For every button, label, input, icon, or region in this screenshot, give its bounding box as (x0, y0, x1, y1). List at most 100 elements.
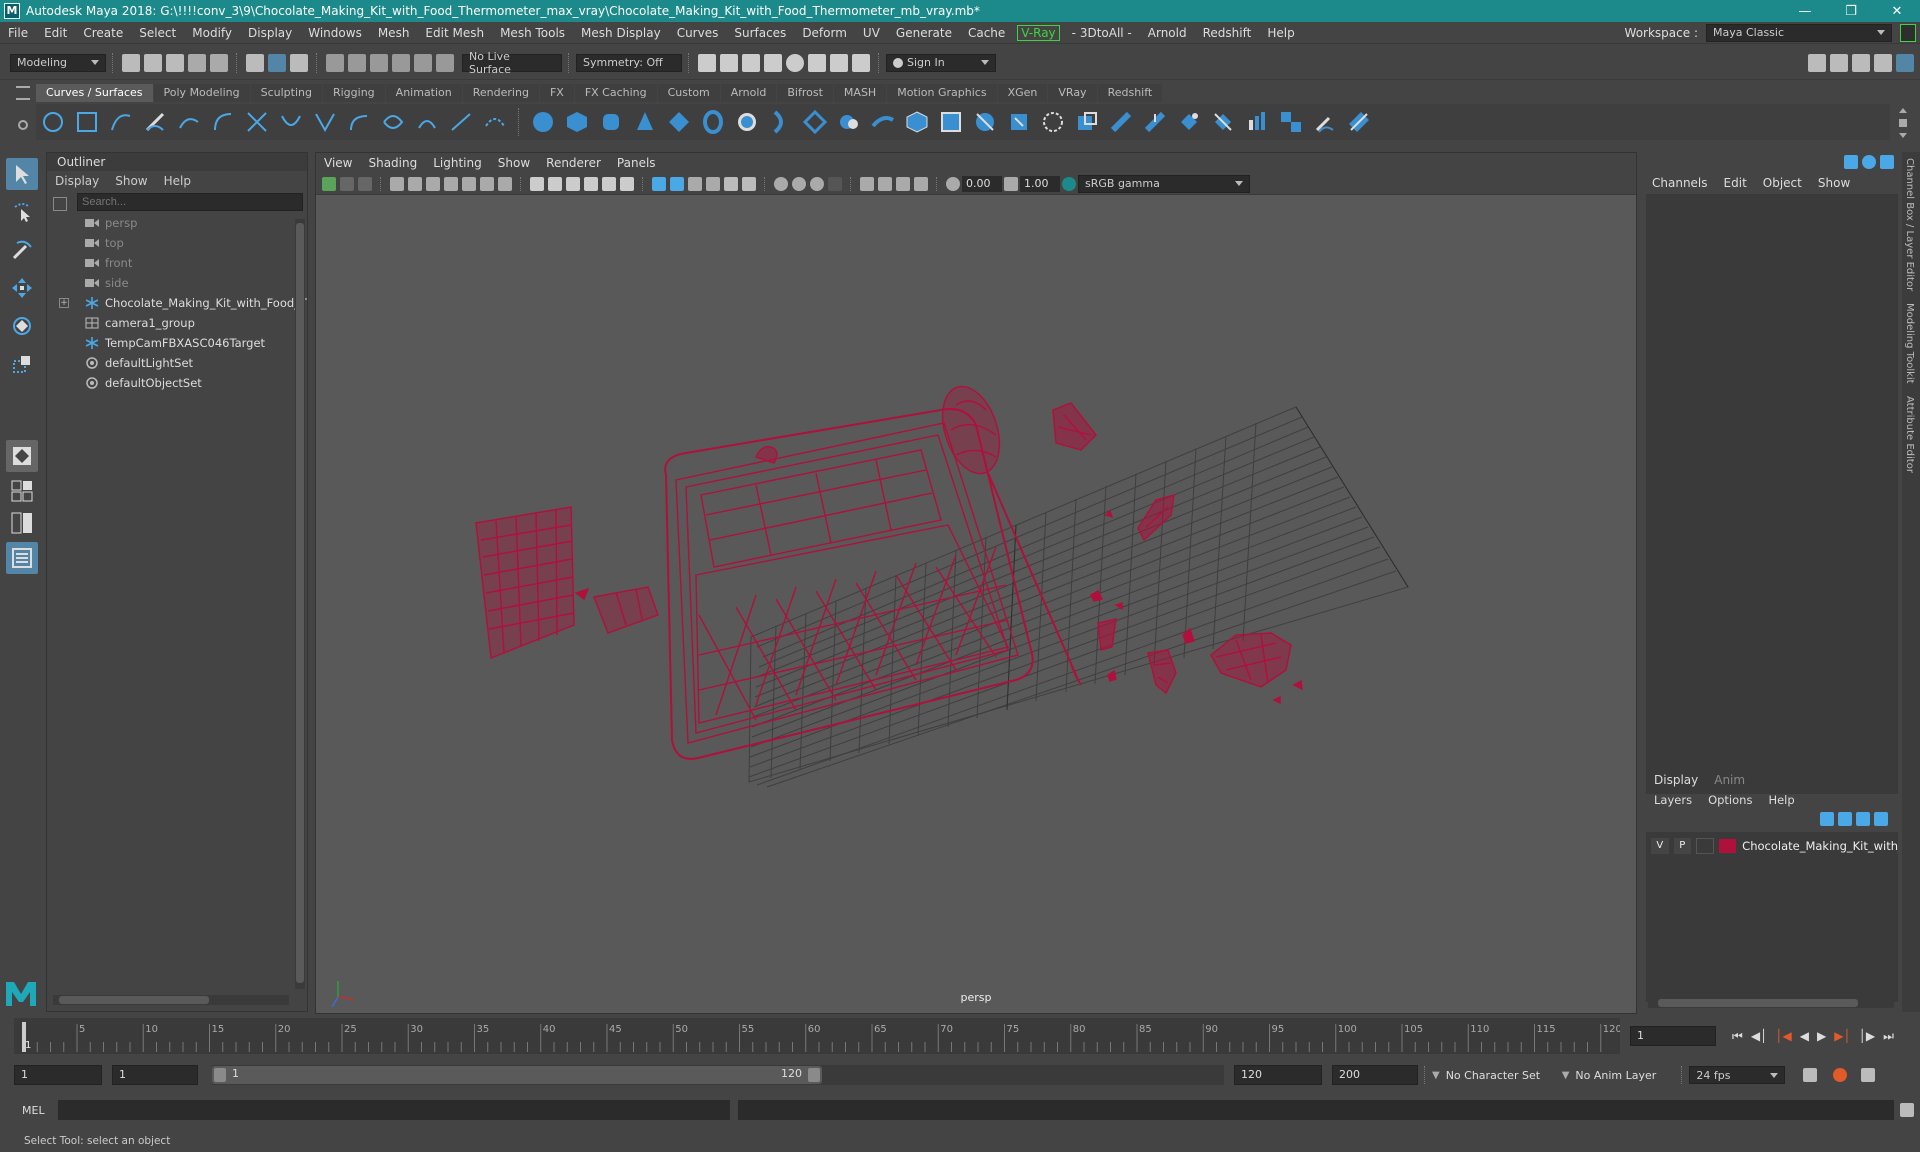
exposure-icon[interactable] (946, 176, 960, 191)
nurbs-square-icon[interactable] (73, 108, 101, 136)
trim-tool-icon[interactable] (1073, 108, 1101, 136)
menu-cache[interactable]: Cache (960, 26, 1013, 40)
channel-menu-object[interactable]: Object (1755, 172, 1810, 194)
outliner-item-defaultobjectset[interactable]: defaultObjectSet (47, 373, 307, 393)
workspace-select[interactable]: Maya Classic (1706, 23, 1892, 42)
outliner-hscroll[interactable] (53, 995, 289, 1005)
menu-redshift[interactable]: Redshift (1195, 26, 1260, 40)
ipr-render-icon[interactable] (742, 53, 760, 72)
viewport-menu-renderer[interactable]: Renderer (538, 153, 609, 173)
detach-curves-icon[interactable] (311, 108, 339, 136)
arc-tool-icon[interactable] (209, 108, 237, 136)
arnold-render-icon[interactable] (830, 53, 848, 72)
channel-menu-show[interactable]: Show (1810, 172, 1858, 194)
menu-select[interactable]: Select (131, 26, 184, 40)
filter-icon[interactable] (53, 197, 67, 211)
menu-generate[interactable]: Generate (888, 26, 960, 40)
shelf-tab-mash[interactable]: MASH (833, 84, 887, 102)
ep-curve-icon[interactable] (175, 108, 203, 136)
outliner-search-input[interactable] (77, 193, 303, 211)
safe-title-icon[interactable] (566, 176, 580, 191)
menu-help[interactable]: Help (1259, 26, 1302, 40)
anim-layer-field[interactable]: No Anim Layer (1575, 1069, 1675, 1082)
xray-icon[interactable] (878, 176, 892, 191)
layer-menu-layers[interactable]: Layers (1646, 790, 1700, 810)
single-perspective-view-icon[interactable] (6, 440, 38, 472)
save-scene-icon[interactable] (166, 53, 184, 72)
time-slider[interactable]: 5 10 15 20 25 30 35 40 45 50 55 60 65 70 75 80 85 90 95 100… (14, 1018, 1622, 1054)
layer-menu-options[interactable]: Options (1700, 790, 1760, 810)
viewport-menu-view[interactable]: View (316, 153, 360, 173)
square-surface-icon[interactable] (971, 108, 999, 136)
extend-curve-icon[interactable] (379, 108, 407, 136)
redo-icon[interactable] (210, 53, 228, 72)
outliner-item-camera1-group[interactable]: camera1_group (47, 313, 307, 333)
nurbs-circle-icon[interactable] (39, 108, 67, 136)
revolve-icon[interactable] (733, 108, 761, 136)
align-surfaces-icon[interactable] (1209, 108, 1237, 136)
maximize-button[interactable]: ❐ (1828, 4, 1874, 19)
render-settings-icon[interactable] (764, 53, 782, 72)
shelf-tab-arnold[interactable]: Arnold (720, 84, 777, 102)
layer-type-toggle[interactable] (1696, 838, 1714, 854)
sign-in-button[interactable]: Sign In (886, 53, 996, 72)
layer-menu-help[interactable]: Help (1760, 790, 1802, 810)
attribute-editor-icon[interactable] (1852, 53, 1870, 72)
menu-mesh-display[interactable]: Mesh Display (573, 26, 669, 40)
menu-mesh-tools[interactable]: Mesh Tools (492, 26, 573, 40)
snap-pivot-icon[interactable] (436, 53, 454, 72)
snap-surface-icon[interactable] (414, 53, 432, 72)
shelf-tab-fx-caching[interactable]: FX Caching (574, 84, 657, 102)
current-frame-field[interactable]: 1 (1630, 1026, 1716, 1046)
menu-edit-mesh[interactable]: Edit Mesh (417, 26, 492, 40)
script-language-label[interactable]: MEL (0, 1104, 48, 1117)
outliner-item-defaultlightset[interactable]: defaultLightSet (47, 353, 307, 373)
color-space-select[interactable]: sRGB gamma (1078, 174, 1250, 193)
outliner-item-side[interactable]: side (47, 273, 307, 293)
menu-modify[interactable]: Modify (184, 26, 240, 40)
side-tab-modeling-toolkit[interactable]: Modeling Toolkit (1902, 297, 1917, 390)
lock-icon[interactable] (1900, 23, 1916, 42)
gamma-icon[interactable] (1004, 176, 1018, 191)
grease-pencil-icon[interactable] (426, 176, 440, 191)
render-frame-icon[interactable] (698, 53, 716, 72)
horizontal-line-icon[interactable] (620, 176, 634, 191)
lights-icon[interactable] (724, 176, 738, 191)
film-gate-icon[interactable] (462, 176, 476, 191)
viewport-canvas[interactable] (316, 195, 1636, 1013)
intersect-surface-icon[interactable] (1039, 108, 1067, 136)
open-scene-icon[interactable] (144, 53, 162, 72)
shelf-tab-bifrost[interactable]: Bifrost (777, 84, 833, 102)
layer-tab-anim[interactable]: Anim (1706, 770, 1753, 790)
bookmark-icon[interactable] (358, 176, 372, 191)
reverse-curve-icon[interactable] (447, 108, 475, 136)
attribute-icon[interactable] (1862, 155, 1876, 169)
grid-icon[interactable] (530, 176, 544, 191)
wireframe-icon[interactable] (652, 176, 666, 191)
play-forward-icon[interactable]: ▶ (1817, 1029, 1826, 1043)
open-close-surface-icon[interactable] (1243, 108, 1271, 136)
extrude-icon[interactable] (835, 108, 863, 136)
snap-point-icon[interactable] (370, 53, 388, 72)
go-to-start-icon[interactable]: ⏮ (1732, 1029, 1743, 1044)
gamma-field[interactable]: 1.00 (1020, 175, 1060, 192)
exposure-field[interactable]: 0.00 (962, 175, 1002, 192)
insert-isoparm-icon[interactable] (1277, 108, 1305, 136)
shelf-tab-fx[interactable]: FX (539, 84, 574, 102)
select-hierarchy-icon[interactable] (246, 53, 264, 72)
paint-select-icon[interactable] (6, 234, 38, 266)
viewport-menu-lighting[interactable]: Lighting (425, 153, 490, 173)
playback-end-field[interactable]: 120 (1234, 1065, 1322, 1085)
new-layer-selected-icon[interactable] (1874, 812, 1888, 826)
move-layer-down-icon[interactable] (1838, 812, 1852, 826)
character-set-field[interactable]: No Character Set (1446, 1069, 1556, 1082)
nurbs-cone-icon[interactable] (631, 108, 659, 136)
2d-pan-zoom-icon[interactable] (408, 176, 422, 191)
shelf-tab-vray[interactable]: VRay (1048, 84, 1097, 102)
step-back-key-icon[interactable]: ◀│ (1751, 1029, 1767, 1043)
outliner-item-chocolate-making-kit-with-food-th[interactable]: + Chocolate_Making_Kit_with_Food_Th (47, 293, 307, 313)
range-slider-handle[interactable]: 1 120 (212, 1066, 822, 1084)
menu-uv[interactable]: UV (855, 26, 888, 40)
cv-curve-icon[interactable] (107, 108, 135, 136)
shelf-tab-motion-graphics[interactable]: Motion Graphics (887, 84, 997, 102)
